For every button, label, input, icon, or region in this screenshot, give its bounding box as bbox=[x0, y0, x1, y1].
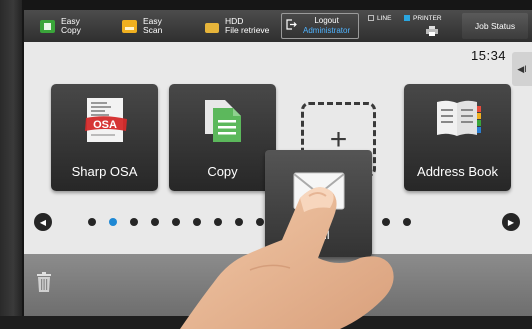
page-dot[interactable] bbox=[109, 218, 117, 226]
easy-copy-shortcut[interactable]: Easy Copy bbox=[40, 10, 81, 42]
page-dot[interactable] bbox=[403, 218, 411, 226]
easy-scan-icon bbox=[122, 19, 137, 33]
hdd-label: HDD File retrieve bbox=[225, 16, 270, 35]
tile-label: Sharp OSA bbox=[71, 164, 138, 179]
copy-icon bbox=[204, 100, 241, 142]
page-dot[interactable] bbox=[88, 218, 96, 226]
logout-text: Logout Administrator bbox=[303, 16, 350, 36]
folder-icon bbox=[205, 22, 219, 33]
job-status-button[interactable]: Job Status bbox=[462, 13, 528, 39]
tile-copy[interactable]: Copy bbox=[169, 84, 276, 191]
next-page-button[interactable]: ▶ bbox=[502, 213, 520, 231]
tile-mail[interactable]: Mail bbox=[265, 150, 372, 257]
logout-label: Logout bbox=[314, 16, 339, 25]
svg-text:OSA: OSA bbox=[93, 119, 117, 131]
logout-user: Administrator bbox=[303, 26, 351, 35]
bezel-left bbox=[0, 0, 22, 329]
tile-label: Mail bbox=[307, 228, 330, 242]
trash-icon[interactable] bbox=[36, 272, 52, 292]
page-dot[interactable] bbox=[382, 218, 390, 226]
bezel-bottom bbox=[0, 316, 532, 329]
envelope-icon bbox=[292, 172, 345, 210]
address-book-icon bbox=[436, 100, 481, 136]
page-dot[interactable] bbox=[256, 218, 264, 226]
tile-address-book[interactable]: Address Book bbox=[404, 84, 511, 191]
easy-copy-icon bbox=[40, 19, 55, 33]
line-led-icon bbox=[368, 15, 374, 21]
tile-label: Address Book bbox=[417, 164, 498, 179]
tile-sharp-osa[interactable]: OSA Sharp OSA bbox=[51, 84, 158, 191]
hdd-file-retrieve-shortcut[interactable]: HDD File retrieve bbox=[205, 10, 269, 42]
page-dot[interactable] bbox=[172, 218, 180, 226]
printer-led-icon bbox=[404, 15, 410, 21]
printer-icon bbox=[426, 26, 438, 36]
easy-scan-shortcut[interactable]: Easy Scan bbox=[122, 10, 162, 42]
logout-button[interactable]: Logout Administrator bbox=[281, 13, 359, 39]
clock-time: 15:34 bbox=[471, 48, 507, 63]
line-indicator: LINE bbox=[368, 15, 391, 22]
printer-label: PRINTER bbox=[413, 15, 442, 22]
printer-indicator: PRINTER bbox=[404, 15, 442, 22]
page-dot[interactable] bbox=[214, 218, 222, 226]
side-panel-tab[interactable]: ◀I bbox=[512, 52, 532, 86]
page-dot[interactable] bbox=[130, 218, 138, 226]
logout-icon bbox=[286, 19, 297, 33]
touch-screen: Easy Copy Easy Scan HDD File retrieve Lo… bbox=[24, 10, 532, 316]
page-dot[interactable] bbox=[235, 218, 243, 226]
easy-scan-label: Easy Scan bbox=[143, 16, 163, 35]
top-bar: Easy Copy Easy Scan HDD File retrieve Lo… bbox=[24, 10, 532, 42]
page-dot[interactable] bbox=[151, 218, 159, 226]
prev-page-button[interactable]: ◀ bbox=[34, 213, 52, 231]
sharp-osa-icon: OSA bbox=[84, 98, 127, 142]
easy-copy-label: Easy Copy bbox=[61, 16, 81, 35]
page-dot[interactable] bbox=[193, 218, 201, 226]
tile-label: Copy bbox=[207, 164, 238, 179]
bottom-panel bbox=[24, 254, 532, 316]
line-label: LINE bbox=[377, 15, 392, 22]
